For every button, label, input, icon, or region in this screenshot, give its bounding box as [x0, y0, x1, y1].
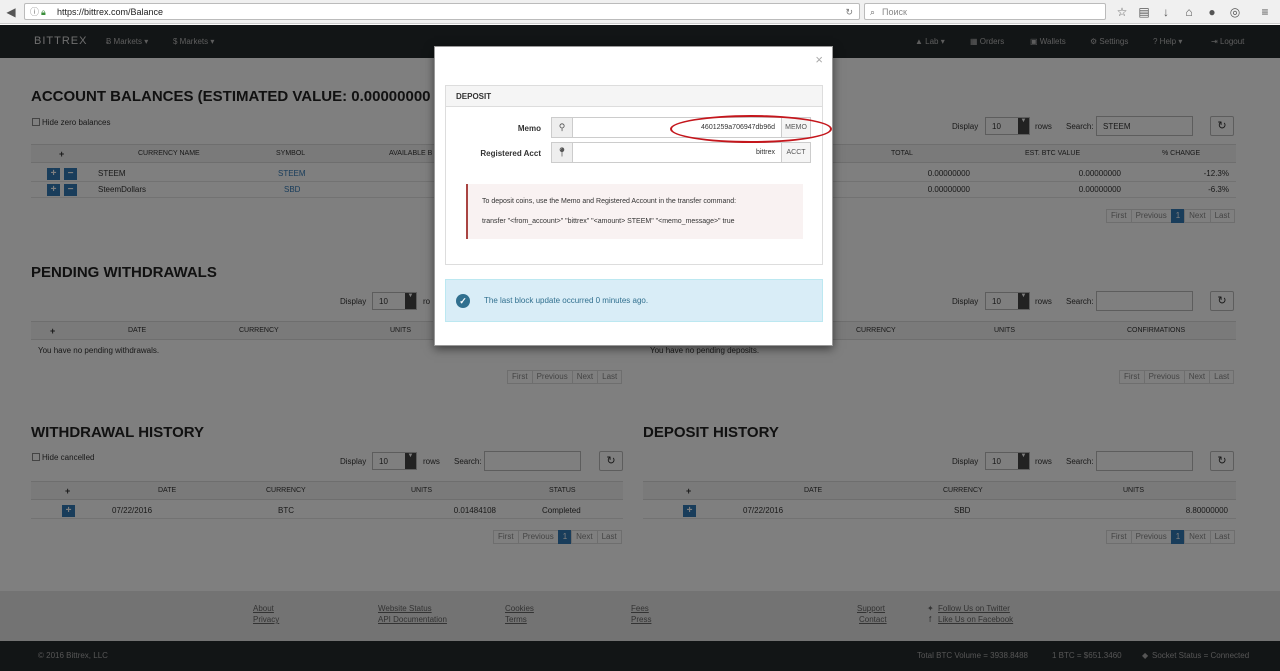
- back-icon[interactable]: ◀: [2, 3, 20, 21]
- menu-icon[interactable]: ≡: [1256, 3, 1274, 21]
- url-text: https://bittrex.com/Balance: [57, 7, 164, 17]
- bookmarks-list-icon[interactable]: ▤: [1135, 3, 1153, 21]
- pin-icon: 📍︎: [551, 142, 573, 163]
- block-update-text: The last block update occurred 0 minutes…: [484, 296, 649, 305]
- map-marker-icon: ⚲: [551, 117, 573, 138]
- instruction-line-2: transfer "<from_account>" "bittrex" "<am…: [482, 218, 735, 225]
- browser-search-input[interactable]: ⌕ Поиск: [864, 3, 1106, 20]
- deposit-instructions: To deposit coins, use the Memo and Regis…: [466, 184, 803, 239]
- chat-icon[interactable]: ●: [1203, 3, 1221, 21]
- check-circle-icon: ✓: [456, 294, 470, 308]
- info-icon: ⓘ: [30, 7, 40, 17]
- download-icon[interactable]: ↓: [1157, 3, 1175, 21]
- deposit-panel-title: DEPOSIT: [446, 86, 822, 107]
- reload-icon[interactable]: ↻: [845, 5, 853, 19]
- deposit-panel: DEPOSIT Memo ⚲ 4601259a706947db96d MEMO …: [445, 85, 823, 265]
- address-bar[interactable]: ⓘ 🔒︎ https://bittrex.com/Balance ↻: [24, 3, 860, 20]
- red-annotation-circle: [670, 115, 832, 143]
- lock-icon: 🔒︎: [41, 7, 46, 17]
- registered-acct-label: Registered Acct: [480, 149, 541, 158]
- search-icon: ⌕: [870, 7, 876, 17]
- instruction-line-1: To deposit coins, use the Memo and Regis…: [482, 198, 737, 205]
- browser-toolbar: ◀ ⓘ 🔒︎ https://bittrex.com/Balance ↻ ⌕ П…: [0, 0, 1280, 24]
- bookmark-star-icon[interactable]: ☆: [1113, 3, 1131, 21]
- memo-label: Memo: [517, 124, 541, 133]
- extension-icon[interactable]: ◎: [1226, 3, 1244, 21]
- home-icon[interactable]: ⌂: [1180, 3, 1198, 21]
- close-icon[interactable]: ×: [815, 52, 823, 67]
- modal-backdrop-bottom[interactable]: [0, 591, 1280, 671]
- search-placeholder: Поиск: [882, 7, 907, 17]
- acct-copy-button[interactable]: ACCT: [781, 142, 811, 163]
- block-update-alert: ✓ The last block update occurred 0 minut…: [445, 279, 823, 322]
- deposit-modal: × DEPOSIT Memo ⚲ 4601259a706947db96d MEM…: [434, 46, 833, 346]
- registered-acct-input[interactable]: bittrex: [572, 142, 782, 163]
